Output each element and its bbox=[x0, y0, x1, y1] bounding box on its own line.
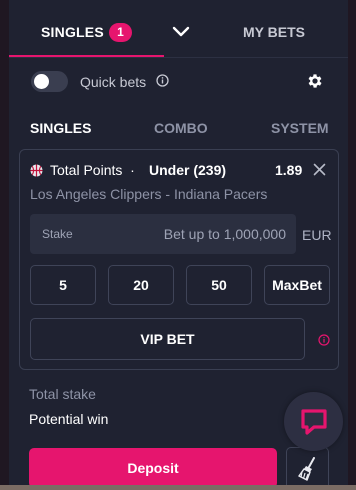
broom-icon bbox=[298, 457, 320, 481]
info-icon[interactable] bbox=[156, 74, 169, 87]
bet-selection: Under (239) bbox=[149, 162, 227, 178]
bet-type-singles[interactable]: SINGLES bbox=[30, 120, 91, 136]
chat-icon bbox=[300, 408, 328, 436]
clear-betslip-button[interactable] bbox=[286, 447, 329, 490]
info-icon[interactable] bbox=[318, 333, 330, 346]
bet-match: Los Angeles Clippers - Indiana Pacers bbox=[30, 186, 268, 202]
close-icon[interactable] bbox=[313, 163, 326, 176]
chevron-down-icon[interactable] bbox=[169, 22, 193, 42]
singles-count-badge: 1 bbox=[109, 23, 132, 42]
quick-bets-toggle[interactable] bbox=[31, 71, 68, 92]
potential-win-label: Potential win bbox=[29, 411, 109, 427]
bet-type-system[interactable]: SYSTEM bbox=[271, 120, 329, 136]
stake-field[interactable]: Stake bbox=[30, 214, 296, 254]
quick-bets-label: Quick bets bbox=[80, 74, 147, 90]
live-chat-button[interactable] bbox=[284, 392, 343, 451]
stake-input[interactable] bbox=[116, 224, 286, 244]
currency-label: EUR bbox=[302, 227, 332, 243]
deposit-button[interactable]: Deposit bbox=[29, 448, 277, 488]
toggle-knob bbox=[34, 74, 49, 89]
tab-my-bets[interactable]: MY BETS bbox=[243, 24, 305, 40]
basketball-icon bbox=[30, 164, 43, 177]
bet-market: Total Points · bbox=[50, 162, 135, 178]
betslip-tabs: SINGLES 1 MY BETS bbox=[9, 0, 348, 58]
tab-singles[interactable]: SINGLES 1 bbox=[9, 0, 164, 57]
max-bet-button[interactable]: MaxBet bbox=[264, 265, 330, 305]
quick-amount-50[interactable]: 50 bbox=[186, 265, 252, 305]
bet-odds: 1.89 bbox=[275, 162, 303, 178]
total-stake-label: Total stake bbox=[29, 386, 96, 402]
page-bottom-strip bbox=[0, 485, 356, 490]
stake-label: Stake bbox=[42, 227, 73, 241]
quick-amount-20[interactable]: 20 bbox=[108, 265, 174, 305]
gear-icon[interactable] bbox=[306, 72, 324, 90]
tab-singles-label: SINGLES bbox=[41, 24, 104, 40]
quick-amount-5[interactable]: 5 bbox=[30, 265, 96, 305]
vip-bet-button[interactable]: VIP BET bbox=[30, 318, 305, 360]
bet-type-combo[interactable]: COMBO bbox=[154, 120, 208, 136]
